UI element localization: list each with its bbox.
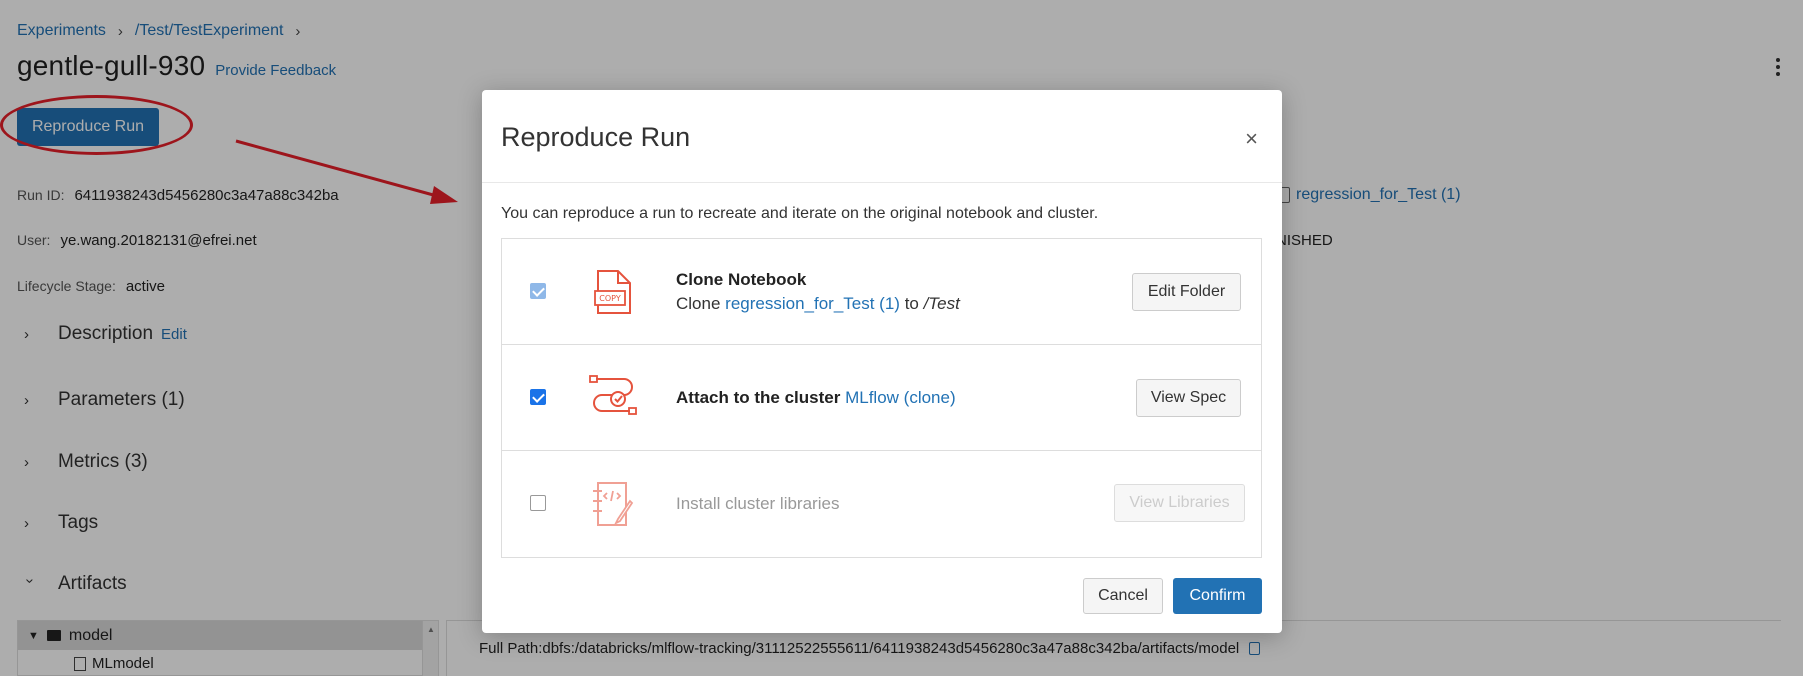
option-install-libraries: Install cluster libraries View Libraries <box>502 451 1261 557</box>
modal-header: Reproduce Run × <box>482 90 1282 183</box>
clone-to: to <box>904 294 919 313</box>
copy-notebook-icon: COPY <box>594 270 631 314</box>
view-libraries-button: View Libraries <box>1114 484 1245 522</box>
clone-target-path: /Test <box>923 294 960 313</box>
reproduce-run-modal: Reproduce Run × You can reproduce a run … <box>482 90 1282 633</box>
edit-folder-button[interactable]: Edit Folder <box>1132 273 1241 311</box>
cluster-link[interactable]: MLflow (clone) <box>845 388 956 407</box>
install-libraries-checkbox[interactable] <box>530 495 546 511</box>
attach-cluster-text: Attach to the cluster MLflow (clone) <box>676 388 956 408</box>
copy-badge-text: COPY <box>599 294 621 303</box>
clone-notebook-text: Clone Notebook Clone regression_for_Test… <box>676 270 960 314</box>
clone-notebook-heading: Clone Notebook <box>676 270 807 289</box>
option-clone-notebook: COPY Clone Notebook Clone regression_for… <box>502 239 1261 345</box>
view-spec-button[interactable]: View Spec <box>1136 379 1241 417</box>
install-libraries-label: Install cluster libraries <box>676 494 840 513</box>
modal-title: Reproduce Run <box>501 122 691 152</box>
close-icon[interactable]: × <box>1245 128 1258 150</box>
attach-cluster-checkbox[interactable] <box>530 389 546 405</box>
reproduce-options: COPY Clone Notebook Clone regression_for… <box>501 238 1262 558</box>
libraries-icon <box>593 482 634 526</box>
attach-cluster-label: Attach to the cluster <box>676 388 841 407</box>
clone-notebook-checkbox[interactable] <box>530 283 546 299</box>
option-attach-cluster: Attach to the cluster MLflow (clone) Vie… <box>502 345 1261 451</box>
clone-prefix: Clone <box>676 294 721 313</box>
cluster-icon <box>589 375 637 415</box>
clone-notebook-link[interactable]: regression_for_Test (1) <box>725 294 900 313</box>
clone-notebook-detail: Clone regression_for_Test (1) to /Test <box>676 294 960 314</box>
modal-description: You can reproduce a run to recreate and … <box>501 205 1099 222</box>
cancel-button[interactable]: Cancel <box>1083 578 1163 614</box>
confirm-button[interactable]: Confirm <box>1173 578 1262 614</box>
